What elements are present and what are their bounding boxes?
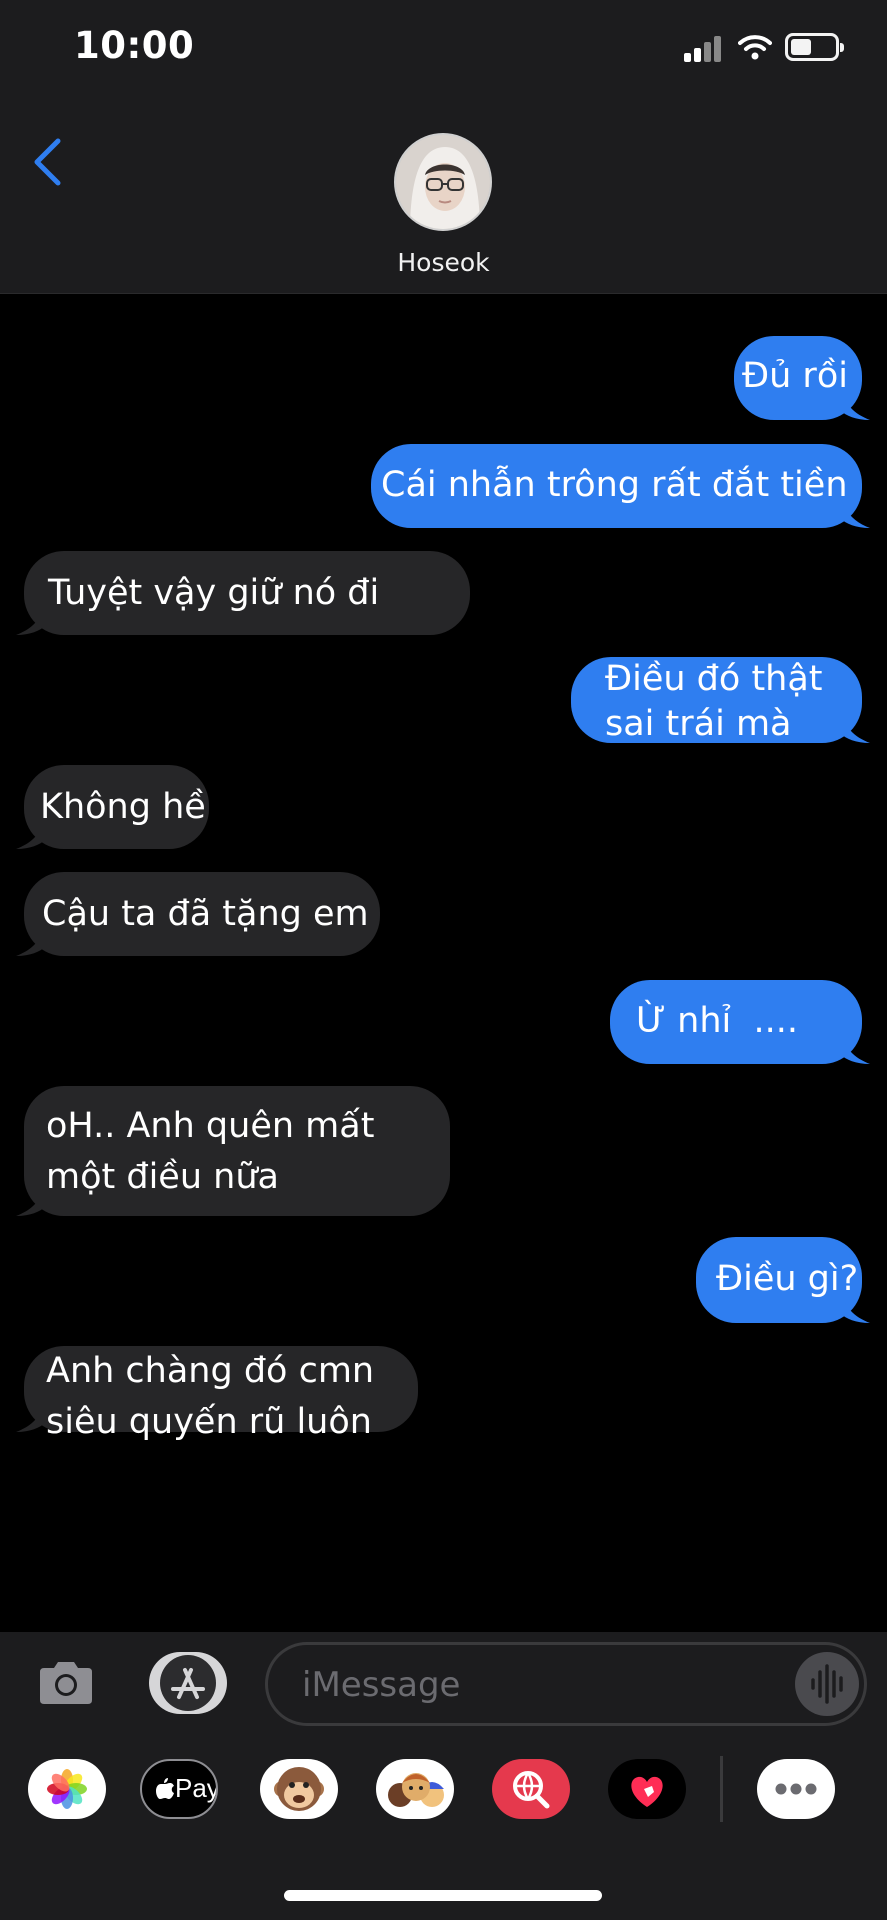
message-text-line: oH.. Anh quên mất	[46, 1106, 375, 1146]
bubble-tail	[16, 1182, 46, 1216]
battery-icon	[785, 33, 844, 61]
message-bubble-outgoing[interactable]: Ừ nhỉ ....	[610, 980, 870, 1064]
globe-search-icon	[513, 1771, 550, 1809]
contact-avatar[interactable]	[394, 133, 492, 231]
monkey-face-icon	[274, 1767, 324, 1811]
cellular-signal-icon	[684, 36, 724, 62]
animoji-app-icon[interactable]	[260, 1759, 338, 1819]
message-bubble-outgoing[interactable]: Điều gì?	[696, 1237, 870, 1323]
waveform-glyph	[811, 1664, 843, 1704]
message-text-line: Điều đó thật	[605, 659, 823, 699]
message-bubble-outgoing[interactable]: Cái nhẫn trông rất đắt tiền	[371, 444, 870, 528]
chevron-left-icon[interactable]	[28, 136, 68, 188]
photos-flower-glyph	[47, 1769, 87, 1809]
apple-logo-icon	[156, 1778, 174, 1799]
message-text-line: Anh chàng đó cmn	[46, 1351, 375, 1391]
app-drawer-divider	[720, 1756, 723, 1822]
message-bubble-outgoing[interactable]: Đủ rồi	[734, 336, 870, 420]
messages-screen: 10:00 Hoseok Đủ rồi Cái nhẫn trông rất đ…	[0, 0, 887, 1920]
message-text: Không hề	[40, 787, 206, 827]
message-bubble-incoming[interactable]: Cậu ta đã tặng em	[16, 872, 380, 956]
ellipsis-icon	[775, 1783, 817, 1795]
apple-pay-label: Pay	[175, 1773, 218, 1803]
message-bubble-outgoing[interactable]: Điều đó thật sai trái mà	[571, 657, 870, 744]
message-bubble-incoming[interactable]: Tuyệt vậy giữ nó đi	[16, 551, 470, 635]
message-bubble-incoming[interactable]: Anh chàng đó cmn siêu quyến rũ luôn	[16, 1346, 418, 1442]
message-text-line: sai trái mà	[605, 704, 792, 744]
home-indicator[interactable]	[284, 1890, 602, 1901]
photos-app-icon[interactable]	[28, 1759, 106, 1819]
contact-name[interactable]: Hoseok	[0, 248, 887, 277]
message-input[interactable]	[302, 1659, 742, 1711]
heart-touch-icon	[631, 1776, 663, 1807]
memoji-app-icon[interactable]	[376, 1759, 454, 1819]
message-text: Cậu ta đã tặng em	[42, 894, 369, 934]
message-bubble-incoming[interactable]: oH.. Anh quên mất một điều nữa	[16, 1086, 450, 1216]
conversation-header: 10:00 Hoseok	[0, 0, 887, 294]
wifi-icon	[738, 35, 772, 60]
apple-pay-app-icon[interactable]: Pay	[140, 1759, 218, 1819]
message-text: Tuyệt vậy giữ nó đi	[48, 573, 380, 613]
memoji-faces-icon	[388, 1773, 444, 1807]
message-text: Điều gì?	[716, 1259, 859, 1299]
more-apps-icon[interactable]	[757, 1759, 835, 1819]
message-text-line: một điều nữa	[46, 1157, 279, 1197]
camera-icon[interactable]	[36, 1658, 96, 1708]
bubble-tail	[16, 601, 46, 635]
message-bubble-incoming[interactable]: Không hề	[16, 765, 209, 849]
app-store-icon[interactable]	[149, 1652, 227, 1714]
message-text-line: siêu quyến rũ luôn	[46, 1402, 372, 1442]
audio-waveform-icon[interactable]	[795, 1652, 859, 1716]
message-text: Đủ rồi	[742, 356, 848, 396]
status-time: 10:00	[74, 24, 195, 67]
digital-touch-app-icon[interactable]	[608, 1759, 686, 1819]
web-search-app-icon[interactable]	[492, 1759, 570, 1819]
app-store-glyph	[160, 1655, 216, 1711]
bubble-tail	[16, 1398, 46, 1432]
message-input-field[interactable]	[265, 1642, 867, 1726]
avatar-image	[396, 135, 490, 229]
message-text: Ừ nhỉ ....	[636, 1001, 798, 1041]
message-text: Cái nhẫn trông rất đắt tiền	[381, 465, 848, 505]
